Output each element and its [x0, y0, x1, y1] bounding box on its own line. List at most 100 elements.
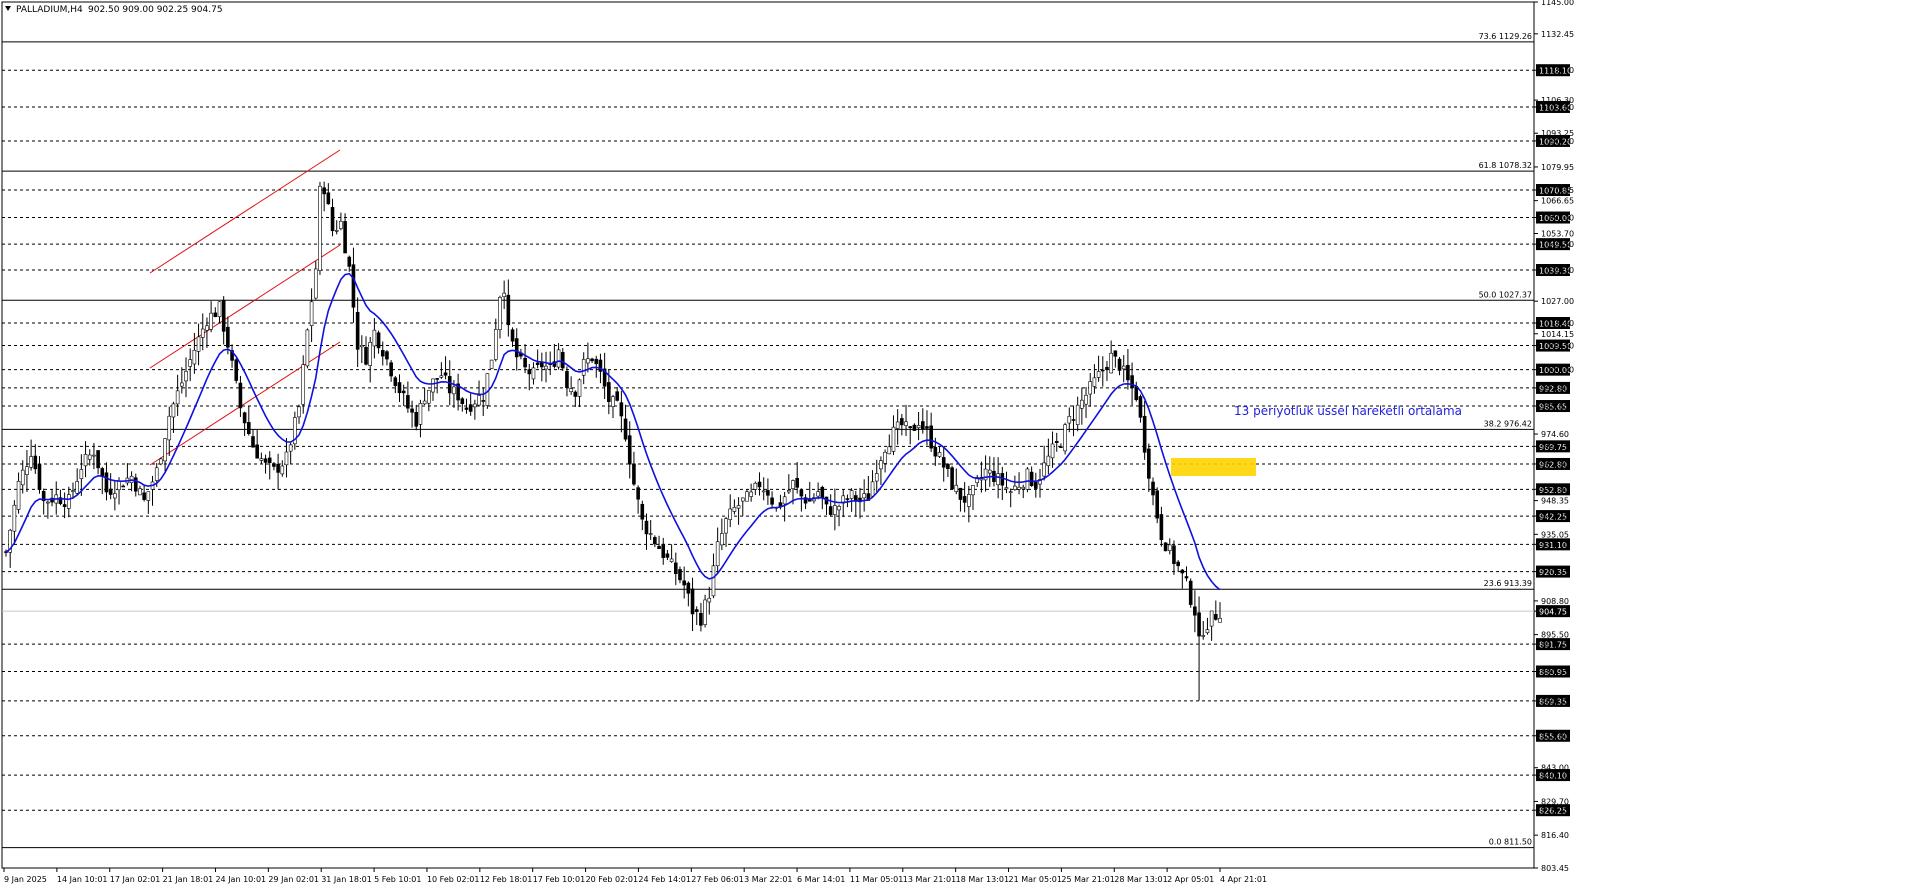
candle-body [1054, 440, 1059, 443]
ohlc-label: 902.50 909.00 902.25 904.75 [88, 5, 223, 15]
candle-body [226, 326, 230, 348]
candle-body [238, 382, 243, 409]
candle-body [632, 463, 636, 485]
candle-body [422, 400, 427, 405]
candle-body [192, 349, 197, 365]
time-label: 14 Jan 10:01 [57, 875, 108, 884]
candle-body [284, 451, 289, 466]
candle-body [1004, 487, 1009, 490]
candle-body [113, 493, 117, 499]
price-tick-label: 826.25 [1541, 806, 1569, 815]
candle-body [619, 402, 624, 417]
candle-body [343, 221, 347, 254]
candle-body [573, 391, 578, 397]
candle-body [20, 469, 25, 486]
candle-body [862, 493, 866, 499]
price-tick-label: 869.35 [1541, 697, 1569, 706]
candle-body [305, 329, 310, 367]
candle-body [481, 400, 486, 402]
candle-body [1025, 468, 1030, 490]
time-label: 3 Mar 22:01 [744, 875, 792, 884]
candle-body [950, 467, 954, 490]
candle-body [669, 558, 674, 562]
time-label: 9 Jan 2025 [4, 875, 47, 884]
candle-body [1075, 404, 1080, 425]
time-label: 24 Feb 14:01 [638, 875, 690, 884]
candle-body [259, 458, 264, 461]
candle-body [464, 407, 469, 410]
candle-body [439, 375, 444, 378]
candle-body [133, 477, 138, 492]
price-tick-label: 1079.95 [1541, 163, 1574, 172]
candle-body [510, 329, 515, 342]
price-tick-label: 985.65 [1541, 402, 1569, 411]
candle-body [498, 297, 502, 330]
candle-body [163, 438, 167, 462]
time-label: 24 Jan 10:01 [215, 875, 266, 884]
candle-body [489, 359, 494, 369]
candle-body [138, 488, 142, 496]
candle-body [699, 612, 703, 626]
candle-body [1008, 491, 1013, 493]
candle-body [96, 450, 100, 469]
candle-body [297, 406, 301, 418]
candle-body [1197, 612, 1201, 637]
plot-frame [1, 1, 1535, 869]
chart-svg: 73.6 1129.26 61.8 1078.32 50.0 1027.37 38.2… [1, 0, 1574, 884]
price-tick-label: 935.05 [1541, 530, 1569, 539]
candle-body [1013, 485, 1017, 490]
candle-body [874, 473, 879, 482]
candle-body [1218, 617, 1222, 623]
candle-body [217, 301, 222, 317]
candle-body [1126, 365, 1130, 381]
time-label: 6 Mar 14:01 [797, 875, 845, 884]
price-tick-label: 969.75 [1541, 442, 1569, 451]
candle-body [431, 378, 435, 393]
price-tick-label: 942.25 [1541, 512, 1569, 521]
candle-body [427, 389, 431, 404]
price-tick-label: 1039.30 [1541, 266, 1574, 275]
candle-body [347, 256, 352, 267]
time-label: 29 Jan 02:01 [268, 875, 319, 884]
candle-body [418, 403, 423, 425]
candle-body [272, 463, 276, 467]
candle-body [686, 582, 691, 594]
time-label: 5 Feb 10:01 [374, 875, 421, 884]
candle-body [1176, 561, 1180, 567]
candle-body [435, 378, 439, 380]
candle-body [37, 463, 42, 490]
candle-body [1163, 542, 1168, 552]
candle-body [1059, 446, 1063, 448]
candle-body [732, 506, 737, 512]
candle-body [523, 357, 527, 368]
candle-body [401, 390, 406, 394]
candle-body [715, 541, 720, 567]
price-tick-label: 855.60 [1541, 732, 1569, 741]
candle-body [1046, 455, 1051, 466]
time-label: 12 Feb 18:01 [480, 875, 532, 884]
candle-body [339, 220, 343, 229]
price-tick-label: 1070.85 [1541, 186, 1574, 195]
time-label: 2 Apr 05:01 [1167, 875, 1214, 884]
time-label: 31 Jan 18:01 [321, 875, 372, 884]
candle-body [12, 504, 17, 532]
candle-body [933, 447, 938, 457]
price-tick-label: 1103.60 [1541, 103, 1574, 112]
price-tick-label: 1014.15 [1541, 330, 1574, 339]
candle-body [929, 425, 933, 449]
candle-body [188, 359, 192, 367]
price-tick-label: 931.10 [1541, 540, 1569, 549]
candle-body [770, 497, 774, 505]
candle-body [707, 597, 712, 603]
candle-body [828, 506, 833, 515]
candle-body [280, 465, 285, 475]
candle-body [372, 329, 377, 347]
candle-body [393, 377, 398, 386]
candle-body [527, 369, 532, 375]
candle-body [1109, 352, 1113, 374]
ema-annotation: 13 periyotluk üssel hareketli ortalama [1234, 404, 1462, 418]
candle-body [360, 345, 364, 348]
candle-body [879, 460, 883, 470]
candle-body [1096, 371, 1101, 378]
time-label: 27 Feb 06:01 [691, 875, 743, 884]
